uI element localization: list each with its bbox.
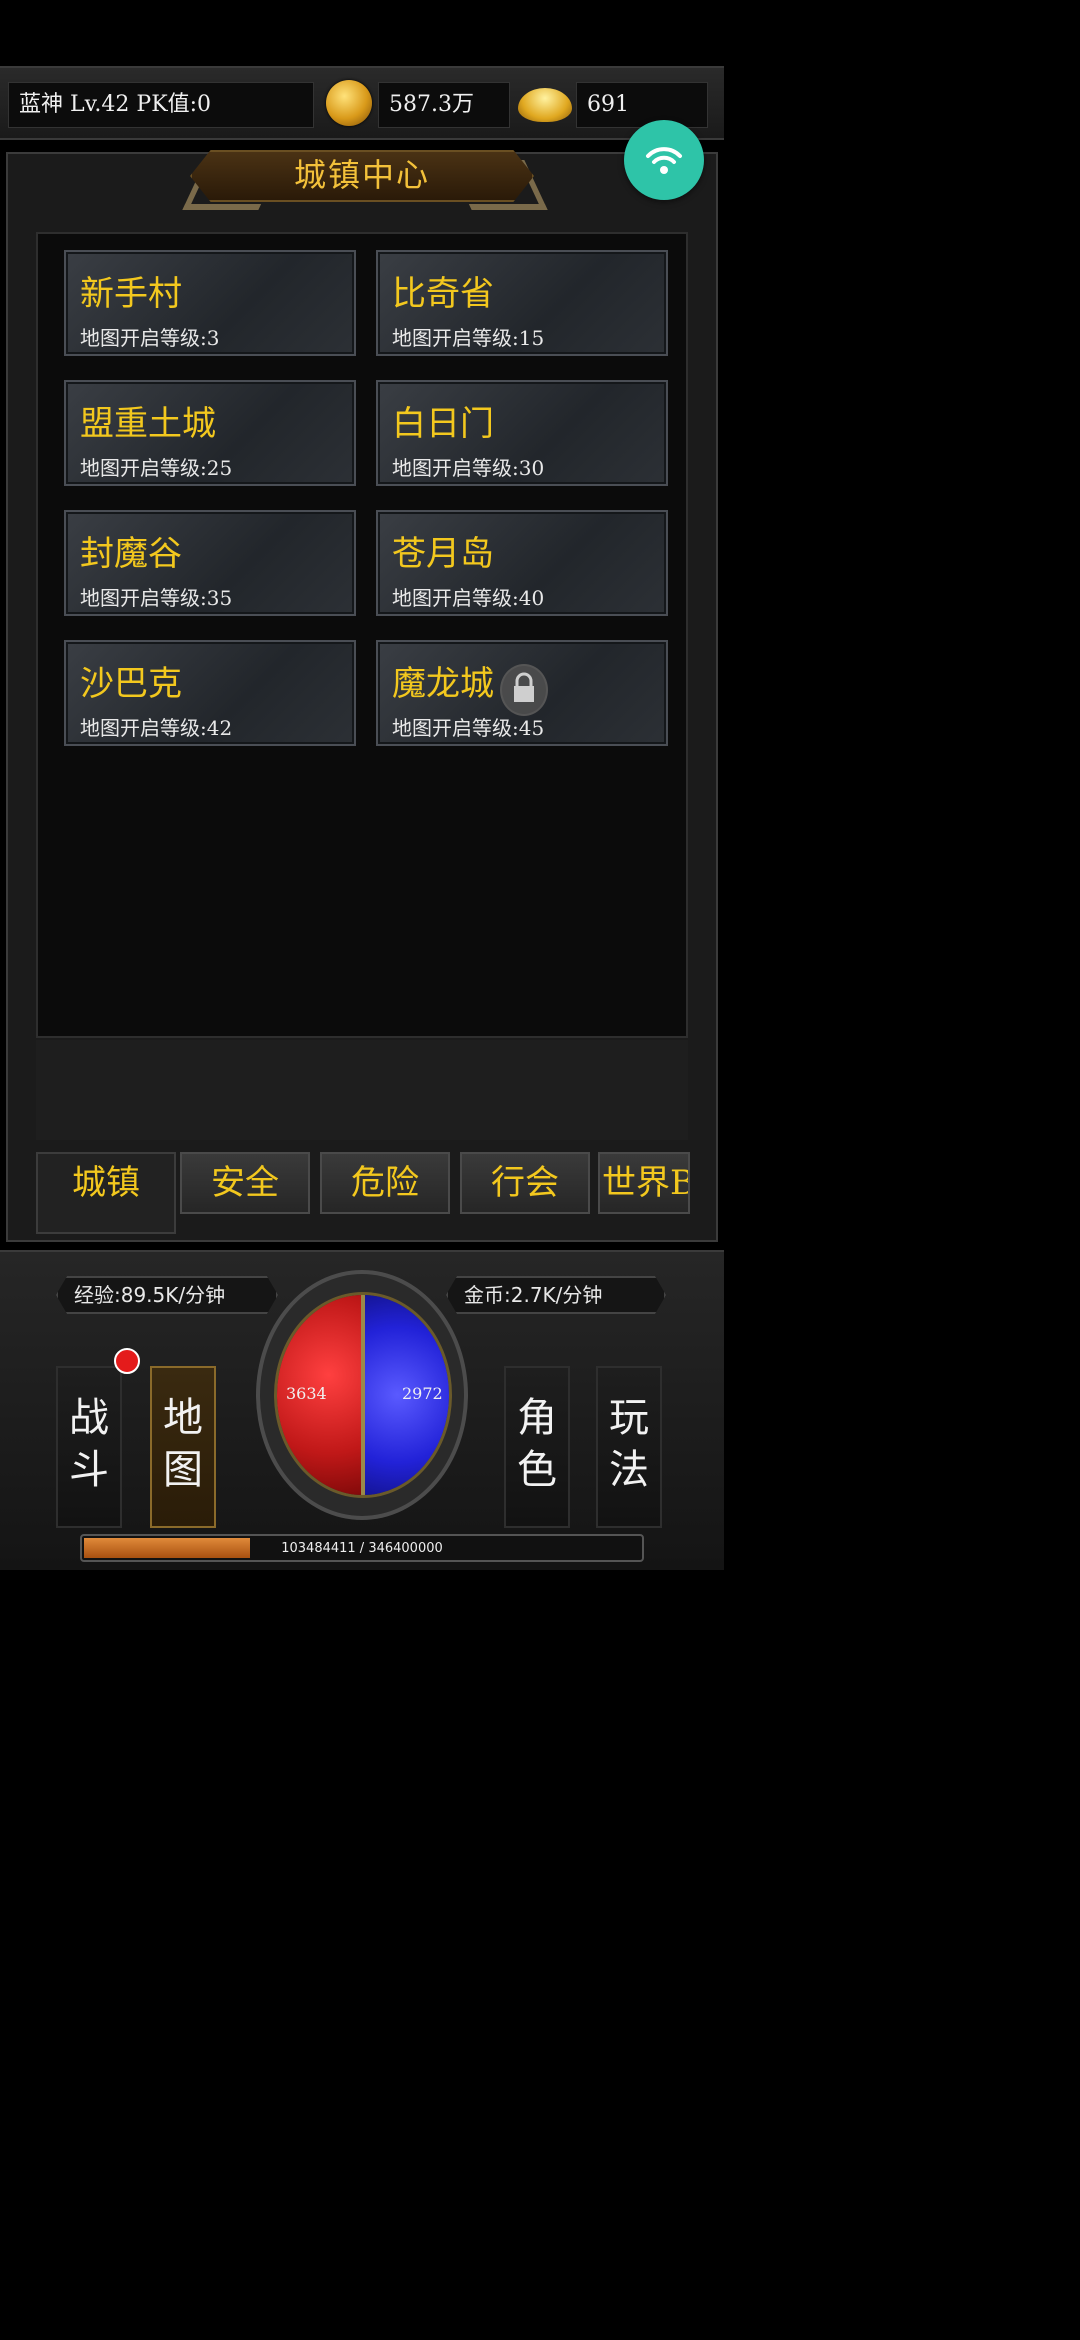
tab-safe[interactable]: 安全 (180, 1152, 310, 1214)
exp-text: 103484411 / 346400000 (281, 1541, 443, 1556)
town-name: 苍月岛 (392, 534, 494, 574)
nav-label-1: 角 (517, 1395, 557, 1441)
nav-label-1: 玩 (609, 1395, 649, 1441)
town-card-6[interactable]: 苍月岛 地图开启等级:40 (376, 510, 668, 616)
tab-guild[interactable]: 行会 (460, 1152, 590, 1214)
hp-value: 3634 (286, 1384, 327, 1403)
town-name: 封魔谷 (80, 534, 182, 574)
tab-world[interactable]: 世界B (598, 1152, 690, 1214)
nav-label-2: 色 (517, 1447, 557, 1493)
nav-label-2: 法 (609, 1447, 649, 1493)
nav-label-2: 图 (163, 1447, 203, 1493)
tab-danger[interactable]: 危险 (320, 1152, 450, 1214)
gold-amount: 587.3万 (378, 82, 510, 128)
town-name: 魔龙城 (392, 664, 494, 704)
nav-label-1: 战 (69, 1395, 109, 1441)
lock-icon (500, 664, 548, 716)
nav-label-1: 地 (163, 1395, 203, 1441)
town-name: 白日门 (392, 404, 494, 444)
town-level-requirement: 地图开启等级:15 (392, 326, 545, 350)
top-status-bar: 蓝神 Lv.42 PK值:0 587.3万 691 (0, 66, 724, 140)
town-level-requirement: 地图开启等级:25 (80, 456, 233, 480)
panel-title: 城镇中心 (293, 156, 430, 194)
mp-value: 2972 (402, 1384, 443, 1403)
town-card-3[interactable]: 盟重土城 地图开启等级:25 (64, 380, 356, 486)
town-card-5[interactable]: 封魔谷 地图开启等级:35 (64, 510, 356, 616)
town-name: 新手村 (80, 274, 182, 314)
town-level-requirement: 地图开启等级:3 (80, 326, 220, 350)
nav-character-button[interactable]: 角 色 (504, 1366, 570, 1528)
orb-divider (361, 1295, 365, 1495)
town-card-2[interactable]: 比奇省 地图开启等级:15 (376, 250, 668, 356)
gold-coin-icon (326, 80, 372, 126)
town-level-requirement: 地图开启等级:40 (392, 586, 545, 610)
nav-gameplay-button[interactable]: 玩 法 (596, 1366, 662, 1528)
town-level-requirement: 地图开启等级:35 (80, 586, 233, 610)
nav-label-2: 斗 (69, 1447, 109, 1493)
town-level-requirement: 地图开启等级:42 (80, 716, 233, 740)
town-card-1[interactable]: 新手村 地图开启等级:3 (64, 250, 356, 356)
notification-dot (114, 1348, 140, 1374)
town-card-4[interactable]: 白日门 地图开启等级:30 (376, 380, 668, 486)
town-name: 比奇省 (392, 274, 494, 314)
panel-footer-band (36, 1040, 688, 1140)
town-name: 沙巴克 (80, 664, 182, 704)
tab-town[interactable]: 城镇 (36, 1152, 176, 1234)
nav-map-button[interactable]: 地 图 (150, 1366, 216, 1528)
town-name: 盟重土城 (80, 404, 216, 444)
exp-rate: 经验:89.5K/分钟 (56, 1276, 278, 1314)
nav-battle-button[interactable]: 战 斗 (56, 1366, 122, 1528)
town-card-7[interactable]: 沙巴克 地图开启等级:42 (64, 640, 356, 746)
player-summary: 蓝神 Lv.42 PK值:0 (8, 82, 314, 128)
gold-rate: 金币:2.7K/分钟 (446, 1276, 666, 1314)
wifi-icon[interactable] (624, 120, 704, 200)
town-level-requirement: 地图开启等级:30 (392, 456, 545, 480)
gold-ingot-icon (518, 88, 572, 122)
